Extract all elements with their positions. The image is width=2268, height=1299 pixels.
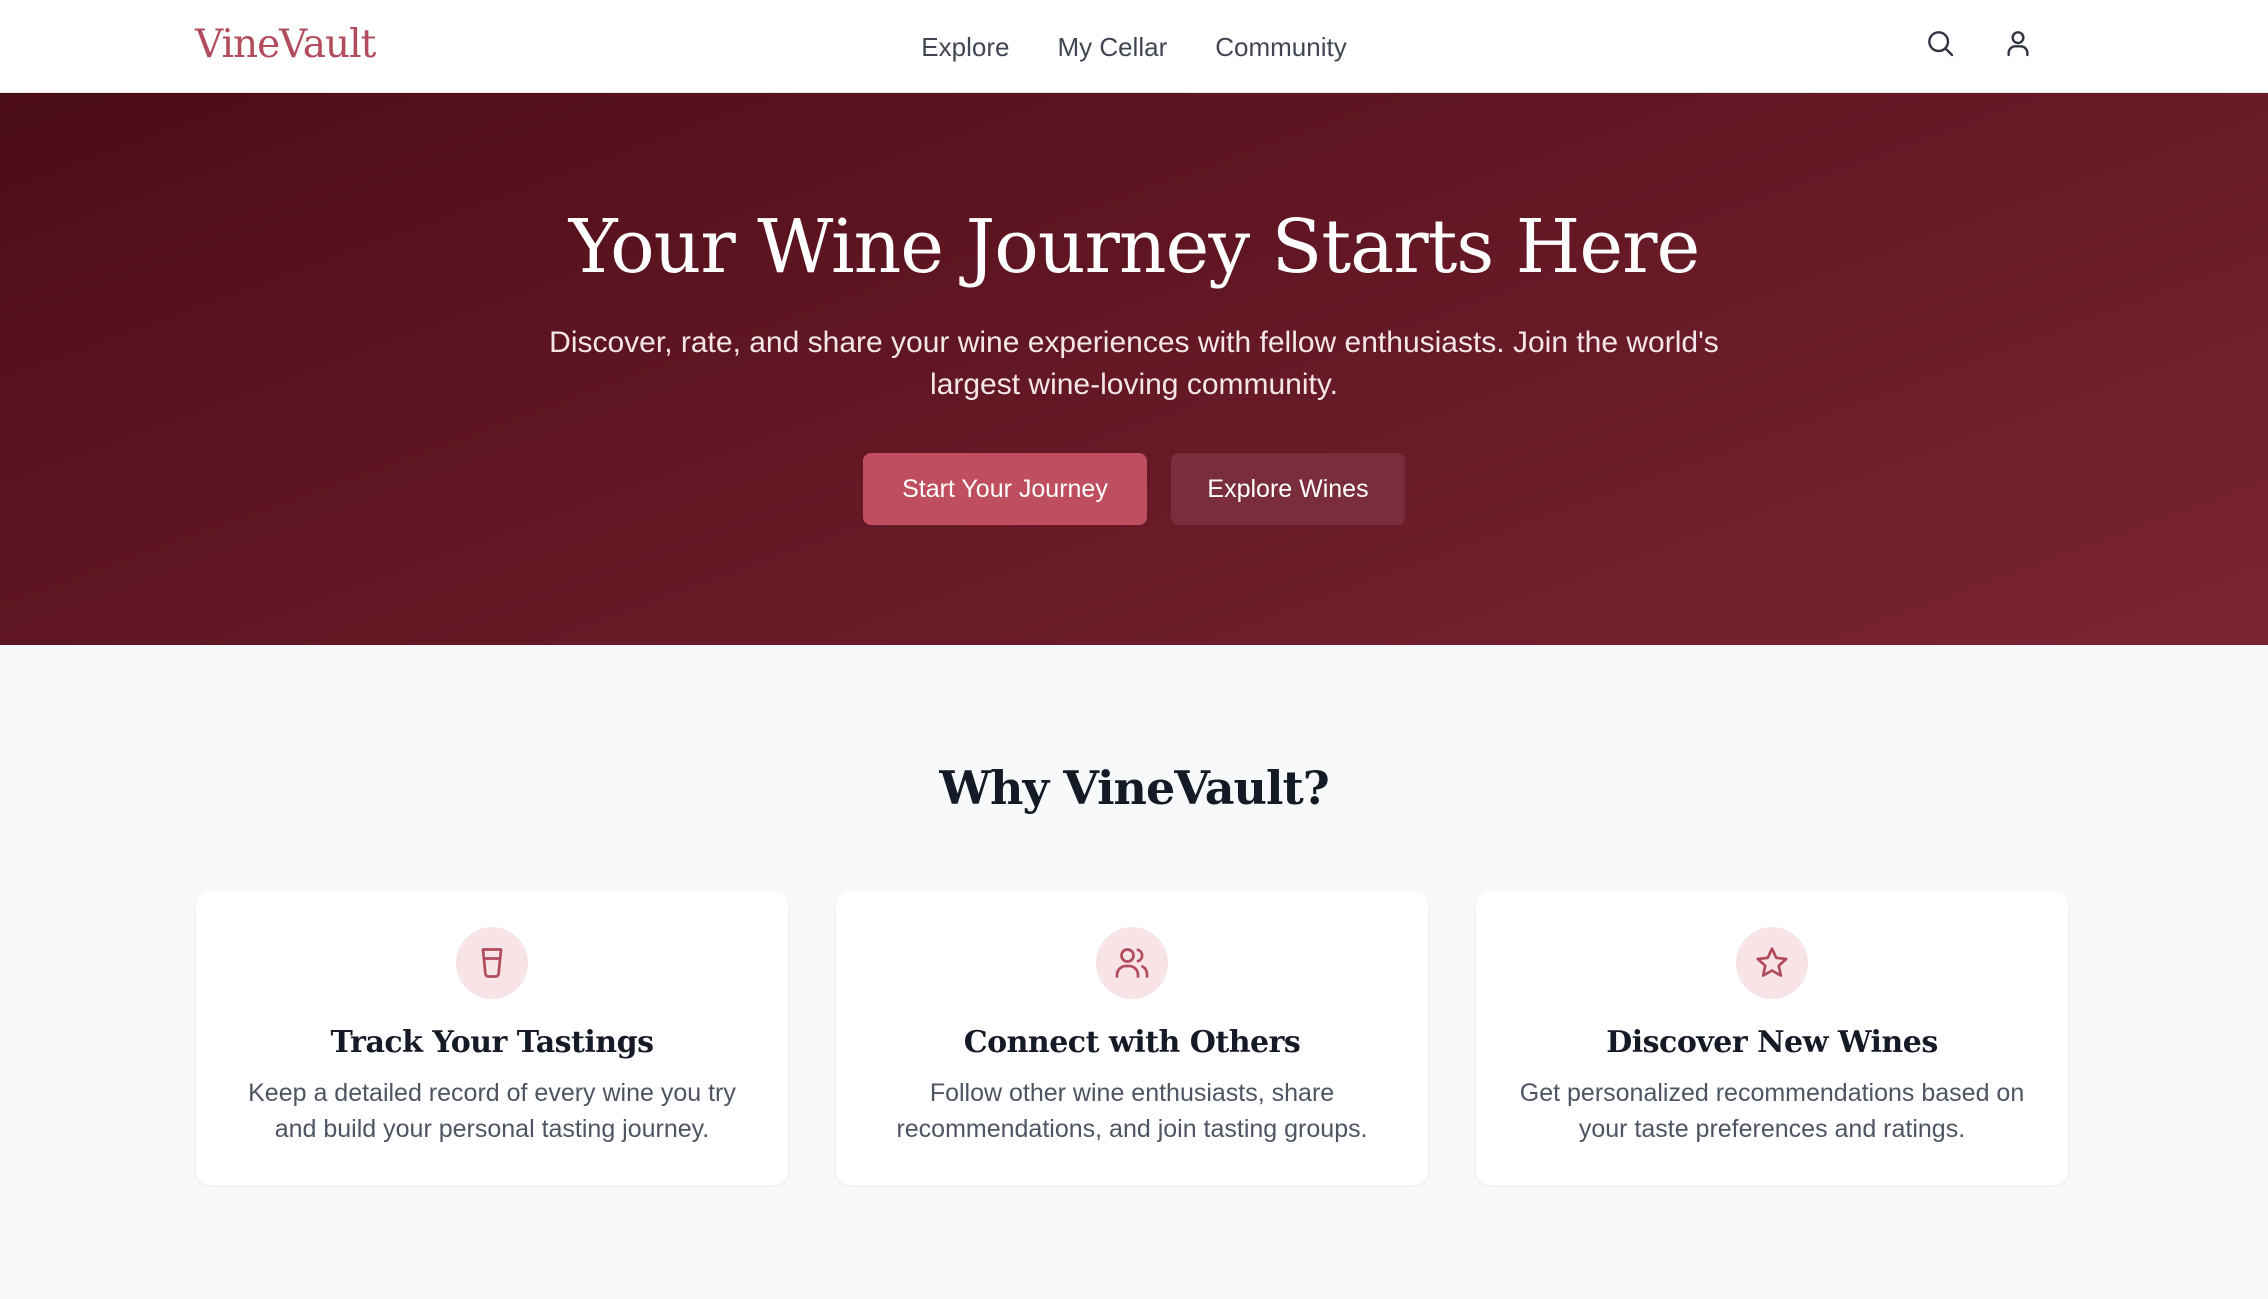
top-navigation-bar: VineVault Explore My Cellar Community — [0, 0, 2268, 93]
search-icon — [1924, 27, 1956, 64]
feature-card-description: Get personalized recommendations based o… — [1519, 1079, 2025, 1143]
brand-logo[interactable]: VineVault — [195, 21, 376, 69]
feature-card-title: Connect with Others — [963, 1025, 1301, 1060]
feature-card-title: Track Your Tastings — [330, 1025, 654, 1060]
feature-cards: Track Your Tastings Keep a detailed reco… — [196, 891, 2069, 1185]
user-icon — [2002, 27, 2034, 64]
nav-actions — [1922, 27, 2036, 63]
feature-card-connect-others: Connect with Others Follow other wine en… — [836, 891, 1428, 1185]
nav-link-my-cellar[interactable]: My Cellar — [1057, 31, 1167, 63]
explore-wines-button[interactable]: Explore Wines — [1171, 453, 1405, 525]
search-button[interactable] — [1922, 27, 1958, 63]
feature-card-discover-wines: Discover New Wines Get personalized reco… — [1476, 891, 2068, 1185]
wine-glass-icon — [456, 927, 528, 999]
feature-card-track-tastings: Track Your Tastings Keep a detailed reco… — [196, 891, 788, 1185]
feature-card-description: Keep a detailed record of every wine you… — [248, 1079, 736, 1143]
feature-card-description: Follow other wine enthusiasts, share rec… — [896, 1079, 1368, 1143]
hero-button-group: Start Your Journey Explore Wines — [0, 453, 2268, 525]
start-your-journey-button[interactable]: Start Your Journey — [863, 453, 1147, 525]
features-heading: Why VineVault? — [939, 761, 1329, 815]
nav-link-explore[interactable]: Explore — [921, 31, 1009, 63]
users-icon — [1096, 927, 1168, 999]
nav-link-community[interactable]: Community — [1215, 31, 1346, 63]
feature-card-title: Discover New Wines — [1606, 1025, 1938, 1060]
hero-section: Your Wine Journey Starts Here Discover, … — [0, 93, 2268, 645]
user-profile-button[interactable] — [2000, 27, 2036, 63]
hero-subtitle: Discover, rate, and share your wine expe… — [549, 326, 1719, 401]
hero-title: Your Wine Journey Starts Here — [568, 204, 1701, 290]
star-icon — [1736, 927, 1808, 999]
